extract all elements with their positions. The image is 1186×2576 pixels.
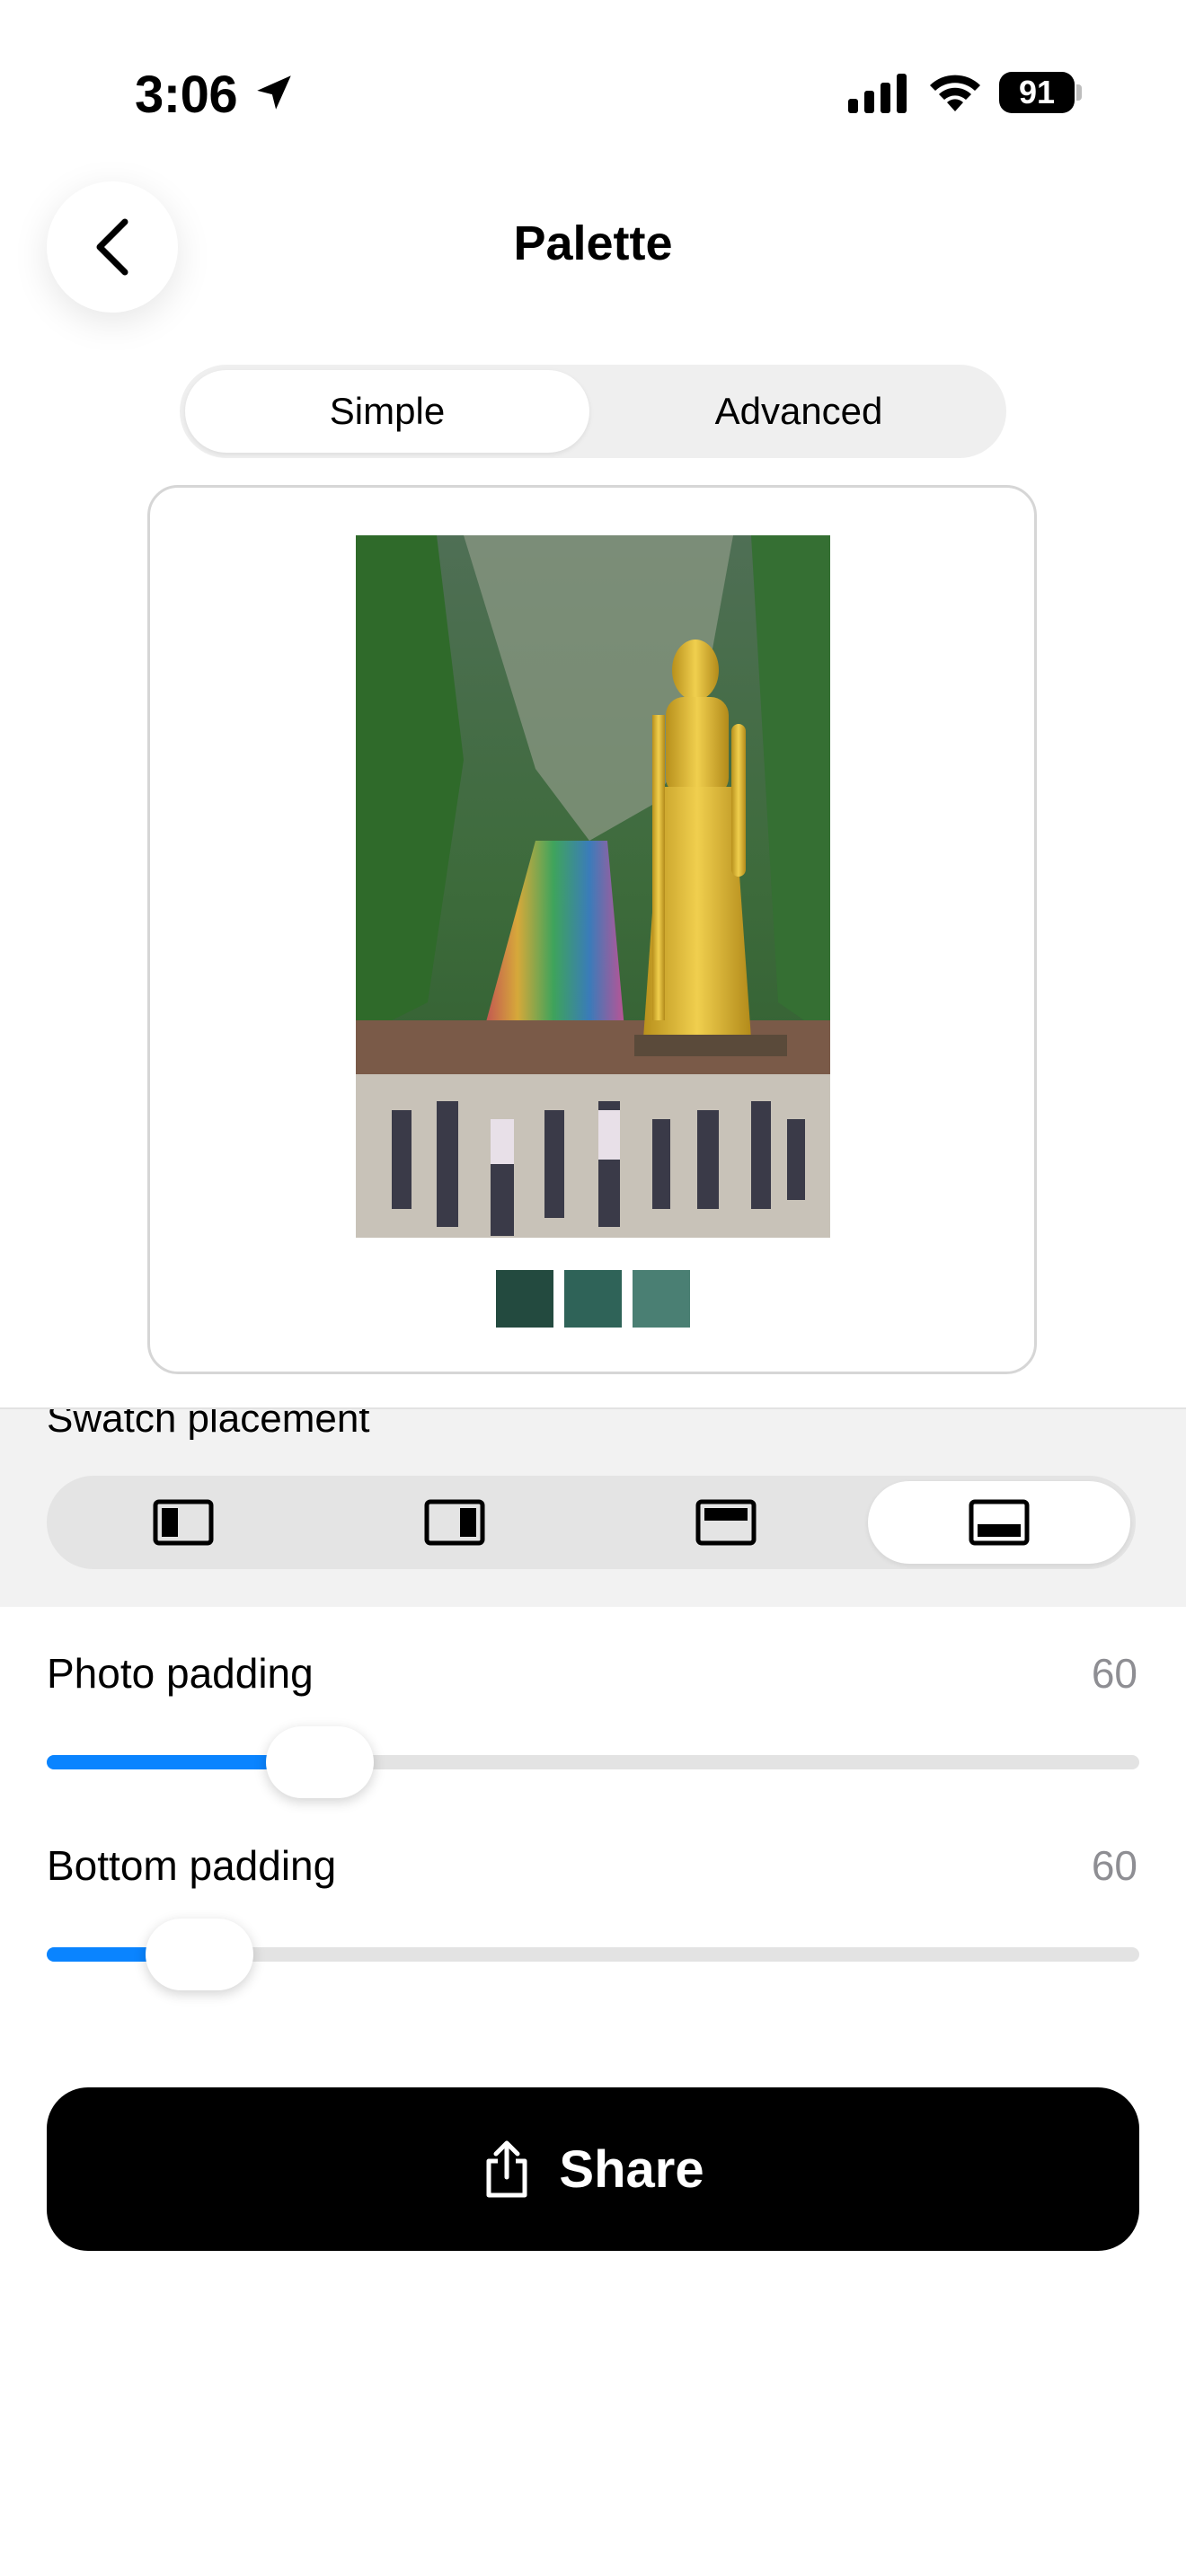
bottom-padding-label: Bottom padding bbox=[47, 1842, 337, 1889]
share-button-label: Share bbox=[559, 2139, 704, 2199]
swatch-placement-control bbox=[47, 1476, 1136, 1569]
placement-left-button[interactable] bbox=[52, 1481, 314, 1564]
page-title: Palette bbox=[513, 216, 673, 270]
swatch-placement-panel: Swatch placement bbox=[0, 1407, 1186, 1607]
mode-segmented-control: Simple Advanced bbox=[180, 365, 1006, 458]
swatch-placement-label: Swatch placement bbox=[47, 1407, 370, 1441]
left-swatch-icon bbox=[153, 1499, 214, 1546]
bottom-swatch-icon bbox=[969, 1499, 1030, 1546]
photo-padding-slider-thumb[interactable] bbox=[266, 1726, 374, 1798]
tab-advanced[interactable]: Advanced bbox=[597, 370, 1001, 453]
palette-swatch-2 bbox=[564, 1270, 622, 1328]
wifi-icon bbox=[930, 75, 980, 111]
palette-swatch-3 bbox=[633, 1270, 690, 1328]
palette-swatch-1 bbox=[496, 1270, 553, 1328]
right-swatch-icon bbox=[424, 1499, 485, 1546]
share-button[interactable]: Share bbox=[47, 2087, 1139, 2251]
photo-padding-value: 60 bbox=[1091, 1650, 1137, 1697]
bottom-padding-value: 60 bbox=[1091, 1842, 1137, 1889]
tab-simple[interactable]: Simple bbox=[185, 370, 589, 453]
bottom-padding-slider-thumb[interactable] bbox=[146, 1919, 254, 1990]
placement-top-button[interactable] bbox=[595, 1481, 857, 1564]
location-arrow-icon bbox=[257, 75, 291, 110]
share-icon bbox=[482, 2139, 532, 2199]
top-swatch-icon bbox=[695, 1499, 757, 1546]
preview-photo bbox=[356, 535, 830, 1238]
cellular-signal-icon bbox=[848, 74, 907, 113]
battery-cap bbox=[1076, 84, 1082, 101]
placement-right-button[interactable] bbox=[323, 1481, 586, 1564]
status-time: 3:06 bbox=[135, 66, 238, 124]
placement-bottom-button[interactable] bbox=[868, 1481, 1130, 1564]
photo-padding-label: Photo padding bbox=[47, 1650, 314, 1697]
battery-level: 91 bbox=[999, 72, 1075, 113]
